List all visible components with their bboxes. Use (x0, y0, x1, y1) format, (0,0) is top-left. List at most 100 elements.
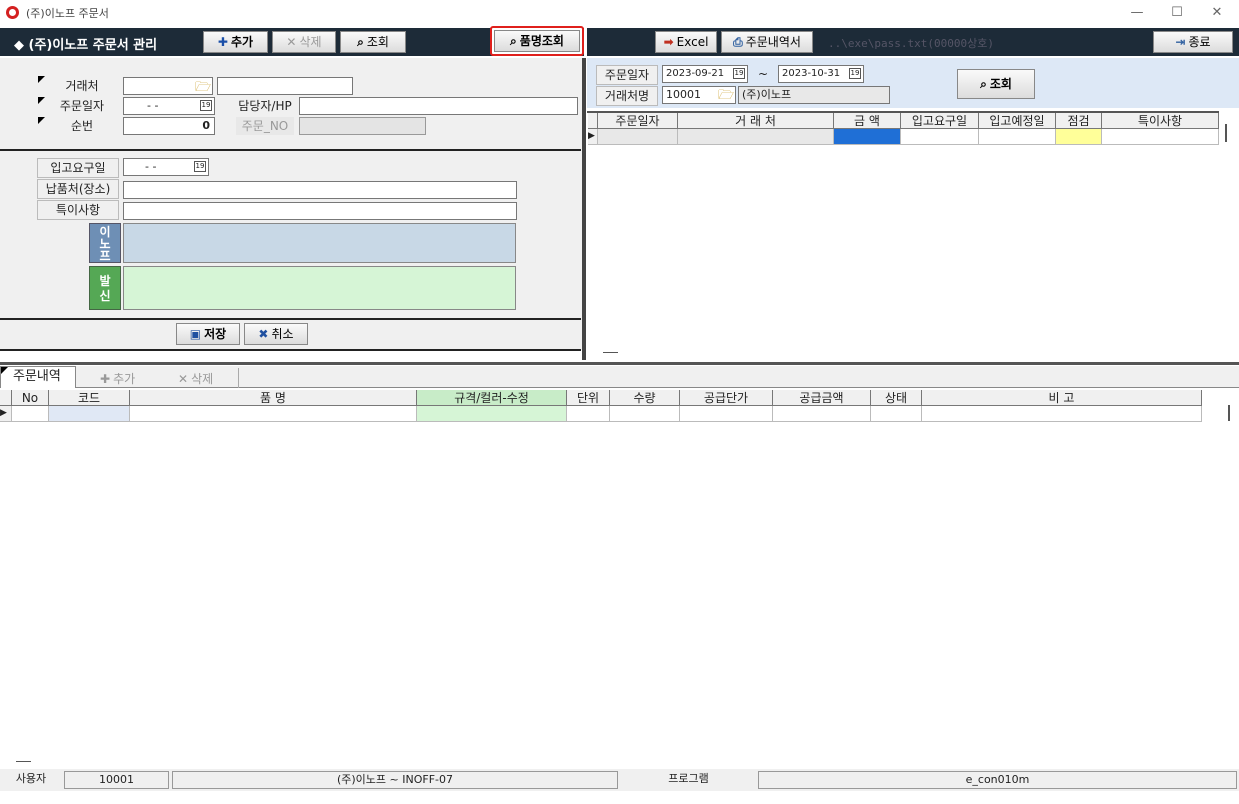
grid-cell[interactable] (871, 406, 922, 422)
grid-resize-handle[interactable] (603, 352, 618, 353)
splitter-horizontal[interactable] (0, 362, 1239, 365)
column-header[interactable]: 입고요구일 (901, 113, 979, 129)
grid-cell[interactable] (12, 406, 49, 422)
column-header[interactable]: 주문일자 (598, 113, 678, 129)
seq-input[interactable]: 0 (123, 117, 215, 135)
grid-cell[interactable] (680, 406, 773, 422)
exit-button[interactable]: ⇥ 종료 (1153, 31, 1233, 53)
row-indicator: ▶ (0, 406, 12, 422)
column-header[interactable]: 코드 (49, 390, 130, 406)
grid-cell[interactable] (922, 406, 1202, 422)
column-header[interactable]: 상태 (871, 390, 922, 406)
grid-resize-handle[interactable] (16, 761, 31, 762)
calendar-icon[interactable]: 19 (194, 161, 206, 172)
search-icon: ⌕ (510, 34, 517, 48)
excel-button[interactable]: ➡ Excel (655, 31, 717, 53)
status-program-label: 프로그램 (622, 771, 755, 789)
scrollbar[interactable] (1228, 405, 1230, 421)
title-bar: (주)이노프 주문서 — ☐ ✕ (0, 0, 1239, 26)
delete-button[interactable]: ✕ 삭제 (272, 31, 336, 53)
add-button[interactable]: ✚ 추가 (203, 31, 268, 53)
order-grid[interactable] (587, 111, 1219, 346)
column-header[interactable]: 입고예정일 (979, 113, 1056, 129)
grid-corner (588, 113, 598, 129)
column-header[interactable]: 수량 (610, 390, 680, 406)
maximize-button[interactable]: ☐ (1162, 4, 1192, 22)
app-logo-icon (6, 6, 19, 19)
manager-input[interactable] (299, 97, 578, 115)
column-header[interactable]: 비 고 (922, 390, 1202, 406)
export-icon: ➡ (663, 35, 674, 49)
send-memo-input[interactable] (123, 266, 516, 310)
column-header[interactable]: 규격/컬러-수정 (417, 390, 567, 406)
plus-icon: ✚ (217, 35, 228, 49)
plus-icon: ✚ (100, 372, 111, 386)
stock-req-input[interactable]: - -19 (123, 158, 209, 176)
grid-cell[interactable] (773, 406, 871, 422)
grid-cell[interactable] (130, 406, 417, 422)
calendar-icon[interactable]: 19 (849, 68, 861, 79)
search-submit-button[interactable]: ⌕ 조회 (957, 69, 1035, 99)
grid-corner (0, 390, 12, 406)
remarks-label: 특이사항 (37, 200, 119, 220)
client-label: 거래처 (65, 79, 99, 93)
column-header[interactable]: 거 래 처 (678, 113, 834, 129)
grid-cell[interactable] (901, 129, 979, 145)
search-date-to[interactable]: 2023-10-31 19 (778, 65, 864, 83)
detail-grid[interactable] (0, 389, 1222, 755)
grid-cell-check[interactable] (1056, 129, 1102, 145)
folder-icon[interactable]: 🗁 (718, 86, 734, 108)
remarks-input[interactable] (123, 202, 517, 220)
save-icon: ▣ (189, 327, 202, 341)
x-icon: ✕ (178, 372, 189, 386)
search-client-label: 거래처명 (596, 86, 658, 106)
detail-add-button[interactable]: ✚ 추가 (100, 370, 135, 387)
column-header[interactable]: 공급금액 (773, 390, 871, 406)
grid-cell-code[interactable] (49, 406, 130, 422)
detail-delete-button[interactable]: ✕ 삭제 (178, 370, 213, 387)
search-icon: ⌕ (980, 77, 987, 91)
stock-req-label: 입고요구일 (37, 158, 119, 178)
path-text: ..\exe\pass.txt(00000상호) (828, 37, 994, 50)
scrollbar[interactable] (1225, 124, 1227, 142)
column-header[interactable]: 품 명 (130, 390, 417, 406)
calendar-icon[interactable]: 19 (733, 68, 745, 79)
client-name-input[interactable] (217, 77, 353, 95)
splitter-vertical[interactable] (582, 58, 586, 360)
grid-cell[interactable] (567, 406, 610, 422)
delivery-input[interactable] (123, 181, 517, 199)
column-header[interactable]: No (12, 390, 49, 406)
send-label: 발신 (89, 266, 121, 310)
column-header[interactable]: 공급단가 (680, 390, 773, 406)
order-no-input (299, 117, 426, 135)
save-button[interactable]: ▣ 저장 (176, 323, 240, 345)
grid-cell[interactable] (979, 129, 1056, 145)
order-no-label: 주문_NO (236, 117, 294, 135)
tab-order-details[interactable]: 주문내역 (0, 366, 76, 388)
cancel-button[interactable]: ✖ 취소 (244, 323, 308, 345)
grid-cell-amount[interactable] (834, 129, 901, 145)
calendar-icon[interactable]: 19 (200, 100, 212, 111)
minimize-button[interactable]: — (1122, 4, 1152, 22)
column-header[interactable]: 점검 (1056, 113, 1102, 129)
x-icon: ✖ (258, 327, 269, 341)
close-button[interactable]: ✕ (1202, 4, 1232, 22)
search-date-from[interactable]: 2023-09-21 19 (662, 65, 748, 83)
printer-icon: ⎙ (733, 35, 743, 49)
item-search-button[interactable]: ⌕ 품명조회 (494, 30, 580, 52)
search-date-label: 주문일자 (596, 65, 658, 85)
grid-cell[interactable] (610, 406, 680, 422)
order-date-input[interactable]: - -19 (123, 97, 215, 115)
inof-label: 이노프 (89, 223, 121, 263)
status-user-label: 사용자 (2, 771, 60, 789)
inof-memo-input[interactable] (123, 223, 516, 263)
order-history-button[interactable]: ⎙ 주문내역서 (721, 31, 813, 53)
grid-cell-spec[interactable] (417, 406, 567, 422)
column-header[interactable]: 특이사항 (1102, 113, 1219, 129)
column-header[interactable]: 단위 (567, 390, 610, 406)
column-header[interactable]: 금 액 (834, 113, 901, 129)
grid-cell[interactable] (1102, 129, 1219, 145)
grid-cell[interactable] (598, 129, 678, 145)
search-button[interactable]: ⌕ 조회 (340, 31, 406, 53)
grid-cell[interactable] (678, 129, 834, 145)
